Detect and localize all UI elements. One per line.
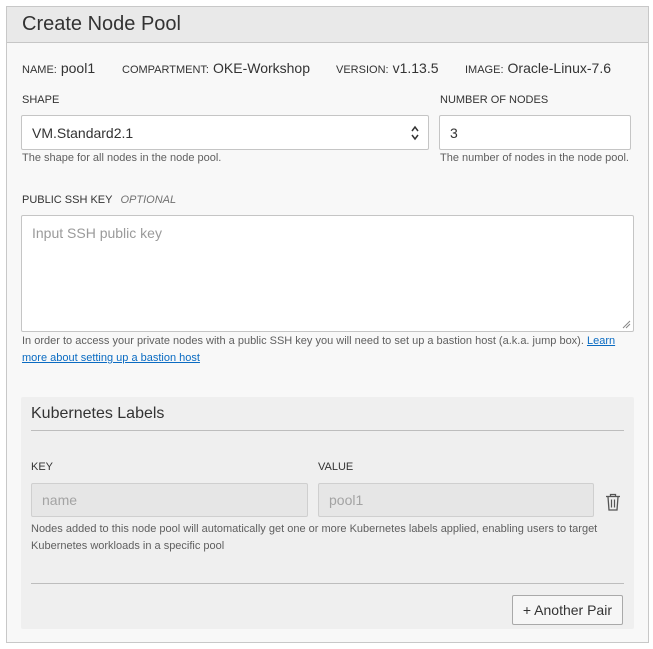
divider: [31, 430, 624, 431]
meta-version: VERSION: v1.13.5: [336, 60, 439, 76]
shape-label: SHAPE: [22, 94, 60, 106]
create-node-pool-panel: Create Node Pool NAME: pool1 COMPARTMENT…: [6, 6, 649, 643]
nodes-input[interactable]: 3: [439, 115, 631, 150]
meta-image: IMAGE: Oracle-Linux-7.6: [465, 60, 612, 76]
shape-select[interactable]: VM.Standard2.1: [21, 115, 429, 150]
divider: [31, 583, 624, 584]
meta-compartment-value: OKE-Workshop: [213, 60, 310, 76]
labels-help: Nodes added to this node pool will autom…: [31, 523, 598, 552]
page-title: Create Node Pool: [22, 13, 181, 35]
label-value-input[interactable]: pool1: [318, 483, 594, 517]
ssh-help: In order to access your private nodes wi…: [22, 335, 616, 364]
value-label: VALUE: [318, 461, 354, 473]
select-arrows-icon: [411, 125, 419, 141]
meta-name-value: pool1: [60, 60, 96, 76]
meta-version-value: v1.13.5: [392, 60, 439, 76]
ssh-key-placeholder: Input SSH public key: [32, 225, 162, 241]
nodes-help: The number of nodes in the node pool.: [440, 152, 629, 164]
resize-grip-icon[interactable]: [622, 320, 631, 329]
optional-tag: OPTIONAL: [120, 194, 177, 206]
nodes-input-value: 3: [450, 124, 458, 141]
shape-help: The shape for all nodes in the node pool…: [22, 152, 222, 164]
key-label: KEY: [31, 461, 54, 473]
ssh-key-textarea[interactable]: Input SSH public key: [21, 215, 634, 332]
meta-compartment: COMPARTMENT: OKE-Workshop: [122, 60, 310, 76]
meta-name: NAME: pool1: [22, 60, 96, 76]
nodes-label: NUMBER OF NODES: [440, 94, 549, 106]
kubernetes-labels-title: Kubernetes Labels: [31, 405, 165, 422]
kubernetes-labels-section: Kubernetes Labels KEY VALUE name pool1 N…: [21, 397, 634, 629]
meta-image-value: Oracle-Linux-7.6: [507, 60, 612, 76]
trash-icon[interactable]: [605, 493, 621, 511]
panel-header: Create Node Pool: [7, 7, 648, 43]
ssh-label: PUBLIC SSH KEY OPTIONAL: [22, 194, 177, 206]
shape-select-value: VM.Standard2.1: [32, 124, 134, 141]
label-key-input[interactable]: name: [31, 483, 308, 517]
pool-summary: NAME: pool1 COMPARTMENT: OKE-Workshop VE…: [22, 60, 638, 76]
add-another-pair-button[interactable]: + Another Pair: [511, 595, 623, 625]
